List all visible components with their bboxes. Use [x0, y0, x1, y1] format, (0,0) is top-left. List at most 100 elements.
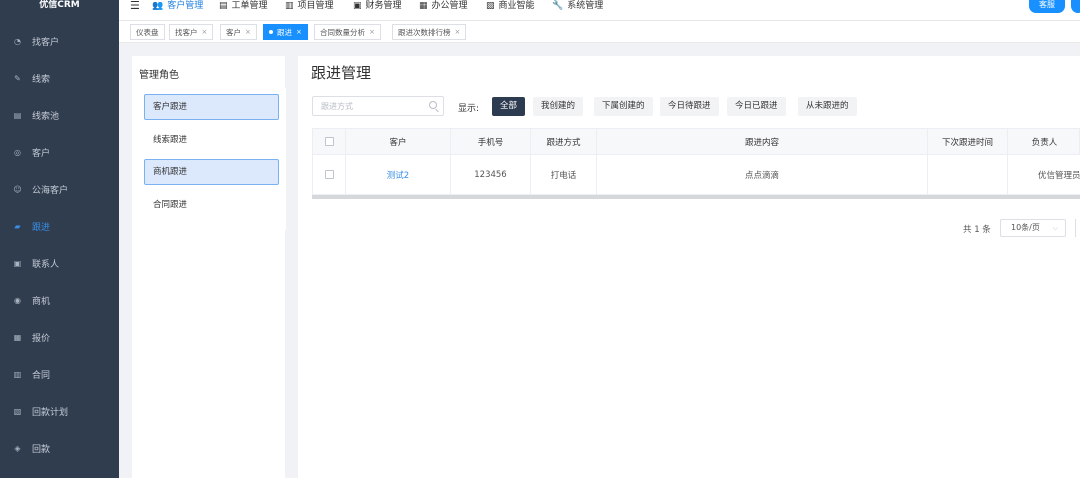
topnav-item-label: 办公管理 [431, 1, 468, 11]
filter-label: 显示: [458, 104, 480, 114]
sidebar-item-2[interactable]: ▤ 线索池 [0, 101, 119, 129]
page-size-select[interactable]: 10条/页 ⌵ [1000, 219, 1066, 237]
search-box [312, 96, 444, 116]
office-icon: ▦ [419, 1, 428, 11]
role-item-1[interactable]: 线索跟进 [144, 127, 279, 153]
sidebar-item-1[interactable]: ✎ 线索 [0, 64, 119, 92]
tab-label: 合同数量分析 [320, 27, 365, 37]
col-header-method[interactable]: 跟进方式 [531, 129, 597, 154]
contract-icon: ▥ [13, 369, 22, 379]
col-header-phone[interactable]: 手机号 [451, 129, 531, 154]
customer-service-button[interactable]: 客服 [1029, 0, 1065, 13]
role-list: 客户跟进线索跟进商机跟进合同跟进 [140, 88, 286, 230]
topnav-item-2[interactable]: ▥ 项目管理 [285, 0, 334, 12]
sidebar-item-label: 联系人 [32, 259, 60, 270]
filter-button-4[interactable]: 今日已跟进 [727, 97, 786, 116]
table-horizontal-scrollbar[interactable] [312, 195, 1080, 199]
topnav-item-3[interactable]: ▣ 财务管理 [353, 0, 402, 12]
row-checkbox[interactable] [324, 170, 334, 179]
tab-label: 仪表盘 [136, 27, 159, 37]
chevron-down-icon: ⌵ [1052, 224, 1058, 232]
topnav-item-1[interactable]: ▤ 工单管理 [219, 0, 268, 12]
tab-label: 找客户 [175, 27, 198, 37]
sidebar-item-10[interactable]: ▧ 回款计划 [0, 397, 119, 425]
filter-button-5[interactable]: 从未跟进的 [798, 97, 857, 116]
tab-3[interactable]: 跟进 × [263, 24, 308, 40]
topnav-item-4[interactable]: ▦ 办公管理 [419, 0, 468, 12]
menu-toggle-icon[interactable]: ☰ [130, 0, 140, 11]
page-title: 跟进管理 [311, 64, 372, 82]
table-row[interactable]: 测试2 123456 打电话 点点滴滴 优信管理员 [312, 155, 1080, 195]
user-icon: ☺ [13, 184, 22, 194]
tab-4[interactable]: 合同数量分析 × [314, 24, 381, 40]
avatar-button[interactable] [1071, 0, 1080, 13]
sidebar-item-label: 跟进 [32, 222, 51, 233]
role-panel-title: 管理角色 [139, 70, 179, 81]
topnav-item-6[interactable]: 🔧 系统管理 [552, 0, 603, 12]
col-header-content[interactable]: 跟进内容 [597, 129, 928, 154]
find-customer-icon: ◔ [14, 36, 21, 46]
role-item-2[interactable]: 商机跟进 [144, 159, 279, 185]
project-icon: ▥ [285, 1, 294, 11]
role-item-3[interactable]: 合同跟进 [144, 192, 279, 218]
col-header-next-time[interactable]: 下次跟进时间 [928, 129, 1008, 154]
cell-method: 打电话 [531, 155, 597, 194]
filter-button-3[interactable]: 今日待跟进 [660, 97, 719, 116]
topnav-item-5[interactable]: ▧ 商业智能 [486, 0, 535, 12]
tab-5[interactable]: 跟进次数排行榜 × [392, 24, 467, 40]
quote-icon: ▦ [13, 332, 22, 342]
tab-label: 跟进次数排行榜 [398, 27, 451, 37]
tab-2[interactable]: 客户 × [220, 24, 257, 40]
tabs-bar: 仪表盘 找客户 × 客户 × 跟进 × 合同数量分析 × 跟进次数排行榜 × [119, 21, 1080, 43]
sidebar-item-label: 找客户 [32, 37, 60, 48]
close-icon[interactable]: × [245, 28, 251, 36]
close-icon[interactable]: × [369, 28, 375, 36]
role-item-0[interactable]: 客户跟进 [144, 94, 279, 120]
search-icon[interactable] [429, 101, 437, 109]
top-nav: ☰ 👥 客户管理 ▤ 工单管理 ▥ 项目管理 ▣ 财务管理 ▦ 办公管理 ▧ 商业智能 🔧 系统管理 客服 [119, 0, 1080, 21]
filter-button-0[interactable]: 全部 [492, 97, 526, 116]
sidebar-item-label: 合同 [32, 370, 51, 381]
app-logo: 优信CRM [39, 0, 80, 10]
sidebar-item-4[interactable]: ☺ 公海客户 [0, 175, 119, 203]
topnav-item-0[interactable]: 👥 客户管理 [152, 0, 203, 12]
pool-icon: ▤ [13, 110, 22, 120]
col-header-owner[interactable]: 负责人 [1008, 129, 1080, 154]
topnav-item-label: 财务管理 [365, 1, 402, 11]
sidebar-item-8[interactable]: ▦ 报价 [0, 323, 119, 351]
topnav-item-label: 工单管理 [231, 1, 268, 11]
close-icon[interactable]: × [202, 28, 208, 36]
select-all-checkbox[interactable] [324, 137, 334, 146]
sidebar-item-7[interactable]: ◉ 商机 [0, 286, 119, 314]
users-icon: 👥 [152, 1, 164, 11]
search-input[interactable] [313, 97, 423, 115]
sidebar-item-11[interactable]: ◈ 回款 [0, 434, 119, 462]
topnav-item-label: 客户管理 [167, 1, 204, 11]
cell-phone: 123456 [451, 155, 531, 194]
close-icon[interactable]: × [455, 28, 461, 36]
filter-button-1[interactable]: 我创建的 [533, 97, 584, 116]
sidebar: 优信CRM ◔ 找客户 ✎ 线索 ▤ 线索池 ◎ 客户 ☺ 公海客户 ▰ 跟进 ▣ 联系人 ◉ 商机 ▦ 报价 ▥ 合… [0, 0, 119, 478]
bi-icon: ▧ [486, 1, 495, 11]
sidebar-item-0[interactable]: ◔ 找客户 [0, 27, 119, 55]
sidebar-item-6[interactable]: ▣ 联系人 [0, 249, 119, 277]
tab-1[interactable]: 找客户 × [169, 24, 214, 40]
sidebar-item-9[interactable]: ▥ 合同 [0, 360, 119, 388]
col-header-customer[interactable]: 客户 [346, 129, 451, 154]
pager-prev-button[interactable] [1075, 219, 1080, 237]
main-content: 跟进管理 显示: 全部我创建的下属创建的今日待跟进今日已跟进从未跟进的 客户 手… [298, 56, 1080, 478]
finance-icon: ▣ [353, 1, 362, 11]
tab-label: 客户 [226, 27, 241, 37]
close-icon[interactable]: × [296, 28, 302, 36]
customer-link[interactable]: 测试2 [387, 169, 409, 181]
role-panel: 管理角色 客户跟进线索跟进商机跟进合同跟进 [132, 56, 286, 478]
cell-next-time [928, 155, 1008, 194]
cell-customer: 测试2 [346, 155, 451, 194]
sidebar-item-5[interactable]: ▰ 跟进 [0, 212, 119, 240]
filter-button-2[interactable]: 下属创建的 [594, 97, 653, 116]
sidebar-item-label: 客户 [32, 148, 51, 159]
row-select-cell [313, 155, 346, 194]
pagination-total: 共 1 条 [963, 225, 991, 235]
tab-0[interactable]: 仪表盘 [130, 24, 165, 40]
sidebar-item-3[interactable]: ◎ 客户 [0, 138, 119, 166]
